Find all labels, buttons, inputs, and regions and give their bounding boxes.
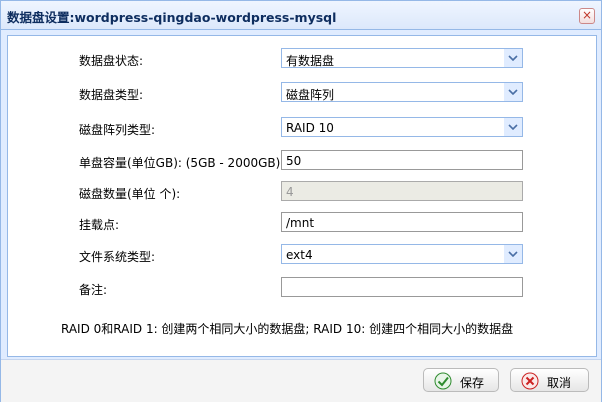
- close-icon: ×: [581, 8, 593, 22]
- chevron-down-icon[interactable]: [504, 245, 522, 263]
- mount-point-input[interactable]: /mnt: [281, 212, 523, 232]
- disk-type-value: 磁盘阵列: [286, 88, 335, 102]
- raid-note: RAID 0和RAID 1: 创建两个相同大小的数据盘; RAID 10: 创建…: [61, 322, 514, 336]
- save-label: 保存: [460, 376, 485, 390]
- chevron-down-icon[interactable]: [504, 118, 522, 136]
- mount-point-label: 挂载点:: [79, 218, 120, 232]
- disk-type-label: 数据盘类型:: [79, 88, 144, 102]
- disk-count-input: 4: [281, 181, 523, 201]
- filesystem-type-value: ext4: [286, 248, 313, 262]
- row-disk-count: 磁盘数量(单位 个): 4: [8, 181, 596, 203]
- disk-count-value: 4: [286, 185, 294, 199]
- mount-point-value: /mnt: [286, 216, 315, 230]
- disk-status-label: 数据盘状态:: [79, 54, 144, 68]
- filesystem-type-label: 文件系统类型:: [79, 250, 156, 264]
- dialog-window: 数据盘设置:wordpress-qingdao-wordpress-mysql …: [0, 0, 602, 402]
- remark-input[interactable]: [281, 277, 523, 297]
- row-raid-type: 磁盘阵列类型: RAID 10: [8, 117, 596, 139]
- form-panel: 数据盘状态: 有数据盘 数据盘类型: 磁盘阵列 磁盘阵列类型: RAID 10 …: [7, 35, 597, 357]
- window-title: 数据盘设置:wordpress-qingdao-wordpress-mysql: [7, 10, 337, 25]
- row-mount-point: 挂载点: /mnt: [8, 212, 596, 234]
- raid-type-select[interactable]: RAID 10: [281, 117, 523, 137]
- row-filesystem-type: 文件系统类型: ext4: [8, 244, 596, 266]
- save-button[interactable]: 保存: [423, 368, 499, 392]
- cancel-button[interactable]: 取消: [510, 368, 589, 392]
- remark-label: 备注:: [79, 283, 108, 297]
- row-disk-status: 数据盘状态: 有数据盘: [8, 48, 596, 70]
- disk-capacity-input[interactable]: 50: [281, 150, 523, 170]
- title-bar[interactable]: 数据盘设置:wordpress-qingdao-wordpress-mysql …: [1, 1, 601, 30]
- row-disk-type: 数据盘类型: 磁盘阵列: [8, 82, 596, 104]
- raid-type-label: 磁盘阵列类型:: [79, 123, 156, 137]
- disk-status-value: 有数据盘: [286, 54, 335, 68]
- cancel-icon: [521, 372, 539, 390]
- chevron-down-icon[interactable]: [504, 49, 522, 67]
- disk-count-label: 磁盘数量(单位 个):: [79, 187, 181, 201]
- disk-capacity-value: 50: [286, 154, 302, 168]
- row-disk-capacity: 单盘容量(单位GB): (5GB - 2000GB) 50: [8, 150, 596, 172]
- filesystem-type-select[interactable]: ext4: [281, 244, 523, 264]
- disk-capacity-label: 单盘容量(单位GB): (5GB - 2000GB): [79, 156, 281, 170]
- chevron-down-icon[interactable]: [504, 83, 522, 101]
- raid-type-value: RAID 10: [286, 121, 334, 135]
- check-icon: [434, 372, 452, 390]
- dialog-footer: 保存 取消: [1, 359, 601, 402]
- row-remark: 备注:: [8, 277, 596, 299]
- disk-type-select[interactable]: 磁盘阵列: [281, 82, 523, 102]
- disk-status-select[interactable]: 有数据盘: [281, 48, 523, 68]
- close-button[interactable]: ×: [579, 8, 595, 24]
- cancel-label: 取消: [547, 376, 572, 390]
